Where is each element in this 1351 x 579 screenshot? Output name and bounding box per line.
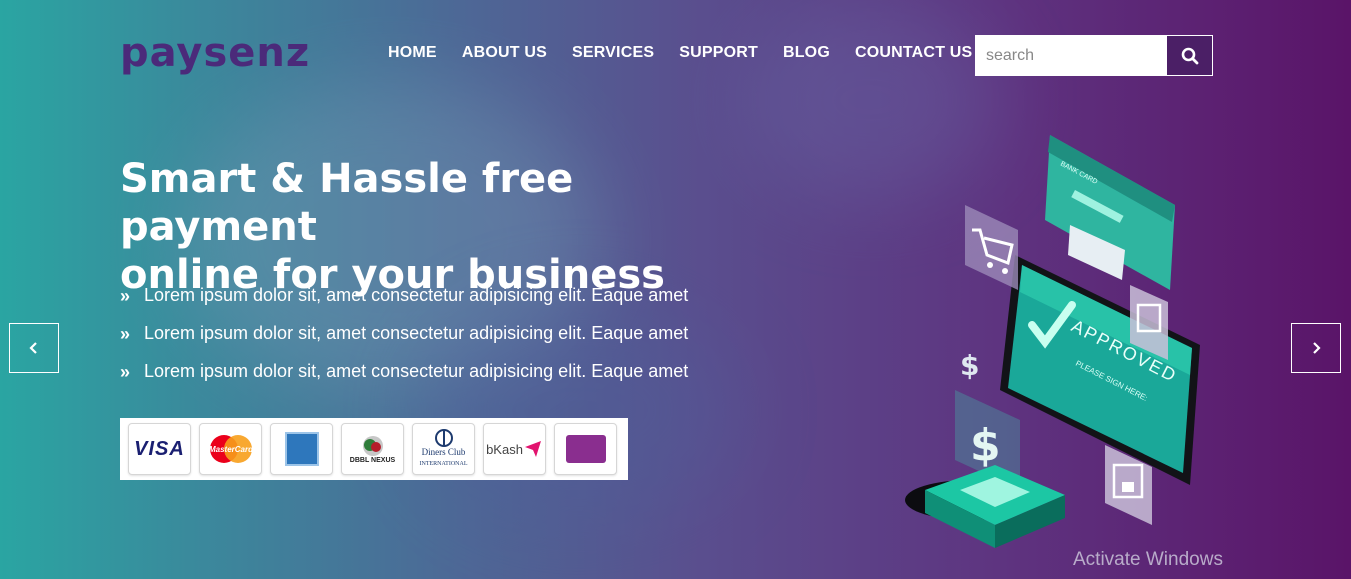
- payment-methods: VISA MasterCard DBBL NEXUS Diners Club I…: [120, 418, 628, 480]
- double-chevron-right-icon: »: [120, 286, 131, 306]
- rocket-logo: [565, 435, 606, 463]
- logo[interactable]: paysenz: [120, 30, 310, 76]
- slider-prev-button[interactable]: [9, 323, 59, 373]
- search-button[interactable]: [1166, 35, 1213, 76]
- svg-text:$: $: [960, 349, 979, 382]
- rocket-card[interactable]: [554, 423, 617, 475]
- chevron-left-icon: [29, 342, 37, 354]
- nav-support[interactable]: SUPPORT: [679, 44, 758, 62]
- slider-next-button[interactable]: [1291, 323, 1341, 373]
- amex-logo: [284, 432, 319, 466]
- diners-club-card[interactable]: Diners Club INTERNATIONAL: [412, 423, 475, 475]
- svg-text:$: $: [970, 420, 1001, 471]
- visa-card[interactable]: VISA: [128, 423, 191, 475]
- list-item: » Lorem ipsum dolor sit, amet consectetu…: [120, 321, 688, 359]
- bkash-bird-icon: [524, 441, 541, 457]
- hero-headline: Smart & Hassle free payment online for y…: [120, 155, 740, 299]
- diners-club-logo: [434, 429, 453, 447]
- svg-text:MasterCard: MasterCard: [208, 445, 253, 454]
- mastercard-card[interactable]: MasterCard: [199, 423, 262, 475]
- bkash-logo: bKash: [486, 441, 523, 457]
- shopping-cart-icon: [965, 205, 1018, 290]
- mastercard-logo: MasterCard: [208, 435, 254, 463]
- bkash-card[interactable]: bKash: [483, 423, 546, 475]
- feature-list: » Lorem ipsum dolor sit, amet consectetu…: [120, 283, 688, 397]
- nav-contact-us[interactable]: COUNTACT US: [855, 44, 972, 62]
- nav-services[interactable]: SERVICES: [572, 44, 654, 62]
- double-chevron-right-icon: »: [120, 362, 131, 382]
- hero-slider: paysenz HOME ABOUT US SERVICES SUPPORT B…: [0, 0, 1351, 579]
- main-nav: HOME ABOUT US SERVICES SUPPORT BLOG COUN…: [388, 44, 972, 62]
- visa-logo: VISA: [134, 437, 185, 460]
- platform-base-graphic: [905, 465, 1065, 548]
- list-item: » Lorem ipsum dolor sit, amet consectetu…: [120, 283, 688, 321]
- search-icon: [1181, 47, 1198, 64]
- dbbl-nexus-logo: [362, 435, 383, 456]
- payment-illustration: BANK CARD APPROVED PLEASE SIGN HERE: $ $: [905, 135, 1200, 548]
- headline-line-1: Smart & Hassle free payment: [120, 156, 574, 250]
- double-chevron-right-icon: »: [120, 324, 131, 344]
- search-box: [975, 35, 1213, 76]
- activate-windows-watermark: Activate Windows: [1073, 549, 1223, 570]
- search-input[interactable]: [975, 35, 1166, 76]
- nav-blog[interactable]: BLOG: [783, 44, 830, 62]
- amex-card[interactable]: [270, 423, 333, 475]
- dbbl-nexus-card[interactable]: DBBL NEXUS: [341, 423, 404, 475]
- nav-about-us[interactable]: ABOUT US: [462, 44, 547, 62]
- nav-home[interactable]: HOME: [388, 44, 437, 62]
- chevron-right-icon: [1313, 342, 1321, 354]
- list-item: » Lorem ipsum dolor sit, amet consectetu…: [120, 359, 688, 397]
